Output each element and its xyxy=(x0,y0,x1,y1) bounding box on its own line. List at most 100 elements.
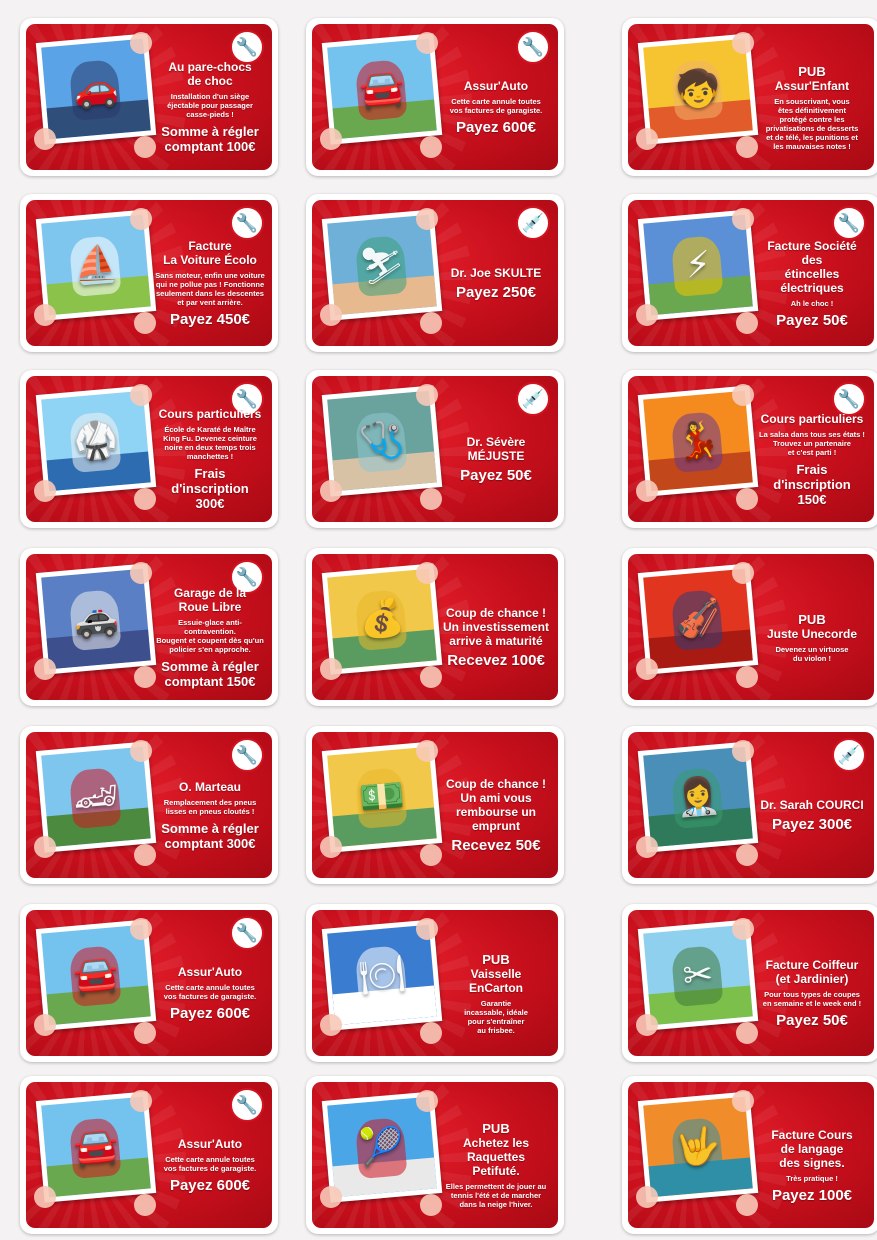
decor-sticker xyxy=(736,488,758,510)
card-amount: Payez 50€ xyxy=(776,311,848,329)
decor-sticker xyxy=(130,32,152,54)
card-amount: Payez 50€ xyxy=(776,1012,848,1029)
card-garage-de-la[interactable]: 🚓 🔧 Garage de la Roue Libre Essuie-glace an… xyxy=(20,548,278,706)
illustration-icon: ✂ xyxy=(681,953,715,997)
card-description: Cette carte annule toutes vos factures d… xyxy=(449,97,543,115)
illustration-icon: 🎻 xyxy=(673,597,723,642)
decor-sticker xyxy=(320,304,342,326)
card-dr-severe[interactable]: 🩺 💉 Dr. Sévère MÉJUSTE Payez 50€ xyxy=(306,370,564,528)
card-text: Assur'Auto Cette carte annule toutes vos … xyxy=(154,942,266,1044)
decor-sticker xyxy=(416,918,438,940)
illustration-icon: 🚘 xyxy=(71,1125,121,1170)
card-title: Assur'Auto xyxy=(463,79,529,93)
card-amount: Payez 50€ xyxy=(460,467,532,484)
card-title: Coup de chance ! Un ami vous rembourse u… xyxy=(445,777,546,833)
decor-sticker xyxy=(420,1194,442,1216)
card-vaisselle[interactable]: 🍽 PUB Vaisselle EnCarton Garantie incassabl… xyxy=(306,904,564,1062)
card-text: Facture La Voiture Écolo Sans moteur, enf… xyxy=(154,232,266,334)
illustration-icon: 🚘 xyxy=(357,67,407,112)
card-face: ⛷ 💉 Dr. Joe SKULTE Payez 250€ xyxy=(312,200,558,346)
card-o-marteau[interactable]: 🏎 🔧 O. Marteau Remplacement des pneus lisse… xyxy=(20,726,278,884)
card-title: Assur'Enfant xyxy=(774,78,850,93)
illustration-icon: 🏎 xyxy=(71,775,121,820)
illustration-icon: 🍽 xyxy=(357,953,407,998)
card-text: Garage de la Roue Libre Essuie-glace anti… xyxy=(154,586,266,689)
illustration-icon: 🩺 xyxy=(357,419,407,464)
illustration-icon: 🚘 xyxy=(71,953,121,998)
illustration-icon: 💃 xyxy=(673,419,723,464)
card-face: 🎾 PUB Achetez les Raquettes Petifuté. Elles… xyxy=(312,1082,558,1228)
card-description: École de Karaté de Maître King Fu. Deven… xyxy=(163,425,257,461)
card-cours-particuliers[interactable]: 💃 🔧 Cours particuliers La salsa dans tous s… xyxy=(622,370,877,528)
card-assur-auto[interactable]: 🚘 🔧 Assur'Auto Cette carte annule toutes vo… xyxy=(20,904,278,1062)
illustration-icon: 💵 xyxy=(357,775,407,820)
decor-sticker xyxy=(416,32,438,54)
card-title: Coup de chance ! Un investissement arriv… xyxy=(442,606,550,648)
card-amount: Somme à régler comptant 150€ xyxy=(161,658,259,689)
card-facture-cours[interactable]: 🤟 Facture Cours de langage des signes. Trè… xyxy=(622,1076,877,1234)
illustration-icon: 🚗 xyxy=(71,67,121,112)
card-amount: Payez 250€ xyxy=(455,284,537,301)
decor-sticker xyxy=(736,1194,758,1216)
card-description: Très pratique ! xyxy=(786,1173,838,1183)
card-text: Dr. Sévère MÉJUSTE Payez 50€ xyxy=(440,408,552,510)
card-facture[interactable]: ⛵ 🔧 Facture La Voiture Écolo Sans moteur, e… xyxy=(20,194,278,352)
decor-sticker xyxy=(636,1186,658,1208)
card-assur-enfant[interactable]: 🧒 PUB Assur'Enfant En souscrivant, vous ête… xyxy=(622,18,877,176)
card-face: 🚘 🔧 Assur'Auto Cette carte annule toutes vo… xyxy=(26,1082,272,1228)
card-face: 🚘 🔧 Assur'Auto Cette carte annule toutes vo… xyxy=(26,910,272,1056)
card-face: 🩺 💉 Dr. Sévère MÉJUSTE Payez 50€ xyxy=(312,376,558,522)
card-coup-de-chance[interactable]: 💰 Coup de chance ! Un investissement arri… xyxy=(306,548,564,706)
card-text: PUB Assur'Enfant En souscrivant, vous êtes… xyxy=(756,56,868,158)
card-facture-coiffeur[interactable]: ✂ Facture Coiffeur (et Jardinier) Pour tou… xyxy=(622,904,877,1062)
decor-sticker xyxy=(420,666,442,688)
pub-label: PUB xyxy=(482,1121,510,1136)
card-text: Assur'Auto Cette carte annule toutes vos … xyxy=(154,1114,266,1216)
decor-sticker xyxy=(130,1090,152,1112)
illustration-icon: 🎾 xyxy=(357,1125,407,1170)
decor-sticker xyxy=(320,1014,342,1036)
card-description: Cette carte annule toutes vos factures d… xyxy=(163,1155,257,1173)
card-text: Facture Cours de langage des signes. Très… xyxy=(756,1114,868,1216)
decor-sticker xyxy=(636,658,658,680)
card-amount: Recevez 50€ xyxy=(451,837,541,854)
decor-sticker xyxy=(416,1090,438,1112)
card-dr-sarah-courci[interactable]: 👩‍⚕️ 💉 Dr. Sarah COURCI Payez 300€ xyxy=(622,726,877,884)
illustration-icon: 👩‍⚕️ xyxy=(673,775,723,820)
card-text: PUB Achetez les Raquettes Petifuté. Elles … xyxy=(440,1114,552,1216)
card-title: O. Marteau xyxy=(178,779,241,794)
card-face: 💵 Coup de chance ! Un ami vous rembourse … xyxy=(312,732,558,878)
decor-sticker xyxy=(636,836,658,858)
decor-sticker xyxy=(416,740,438,762)
decor-sticker xyxy=(420,488,442,510)
card-cours-particuliers[interactable]: 🥋 🔧 Cours particuliers École de Karaté de M… xyxy=(20,370,278,528)
card-assur-auto[interactable]: 🚘 🔧 Assur'Auto Cette carte annule toutes vo… xyxy=(20,1076,278,1234)
card-text: Coup de chance ! Un ami vous rembourse u… xyxy=(440,764,552,866)
decor-sticker xyxy=(320,128,342,150)
decor-sticker xyxy=(130,208,152,230)
decor-sticker xyxy=(736,666,758,688)
card-au-pare-chocs[interactable]: 🚗 🔧 Au pare-chocs de choc Installation d'un… xyxy=(20,18,278,176)
decor-sticker xyxy=(736,136,758,158)
card-description: Ah le choc ! xyxy=(790,298,834,308)
card-coup-de-chance[interactable]: 💵 Coup de chance ! Un ami vous rembourse … xyxy=(306,726,564,884)
card-face: 💃 🔧 Cours particuliers La salsa dans tous s… xyxy=(628,376,874,522)
decor-sticker xyxy=(420,312,442,334)
card-dr-joe-skulte[interactable]: ⛷ 💉 Dr. Joe SKULTE Payez 250€ xyxy=(306,194,564,352)
card-title: Vaisselle EnCarton xyxy=(469,966,523,995)
card-description: Pour tous types de coupes en semaine et … xyxy=(762,990,862,1008)
card-face: 🥋 🔧 Cours particuliers École de Karaté de M… xyxy=(26,376,272,522)
card-assur-auto[interactable]: 🚘 🔧 Assur'Auto Cette carte annule toutes vo… xyxy=(306,18,564,176)
card-title: Cours particuliers xyxy=(158,407,262,421)
card-juste-unecorde[interactable]: 🎻 PUB Juste Unecorde Devenez un virtuose du… xyxy=(622,548,877,706)
decor-sticker xyxy=(636,480,658,502)
card-face: 🧒 PUB Assur'Enfant En souscrivant, vous ête… xyxy=(628,24,874,170)
card-description: Installation d'un siège éjectable pour p… xyxy=(167,92,253,119)
decor-sticker xyxy=(130,562,152,584)
card-description: Elles permettent de jouer au tennis l'ét… xyxy=(445,1182,547,1209)
illustration-icon: 💰 xyxy=(357,597,407,642)
card-facture-societe-des[interactable]: ⚡ 🔧 Facture Société des étincelles électri… xyxy=(622,194,877,352)
card-face: 💰 Coup de chance ! Un investissement arri… xyxy=(312,554,558,700)
card-text: PUB Vaisselle EnCarton Garantie incassable… xyxy=(440,942,552,1044)
card-achetez-les[interactable]: 🎾 PUB Achetez les Raquettes Petifuté. Elles… xyxy=(306,1076,564,1234)
